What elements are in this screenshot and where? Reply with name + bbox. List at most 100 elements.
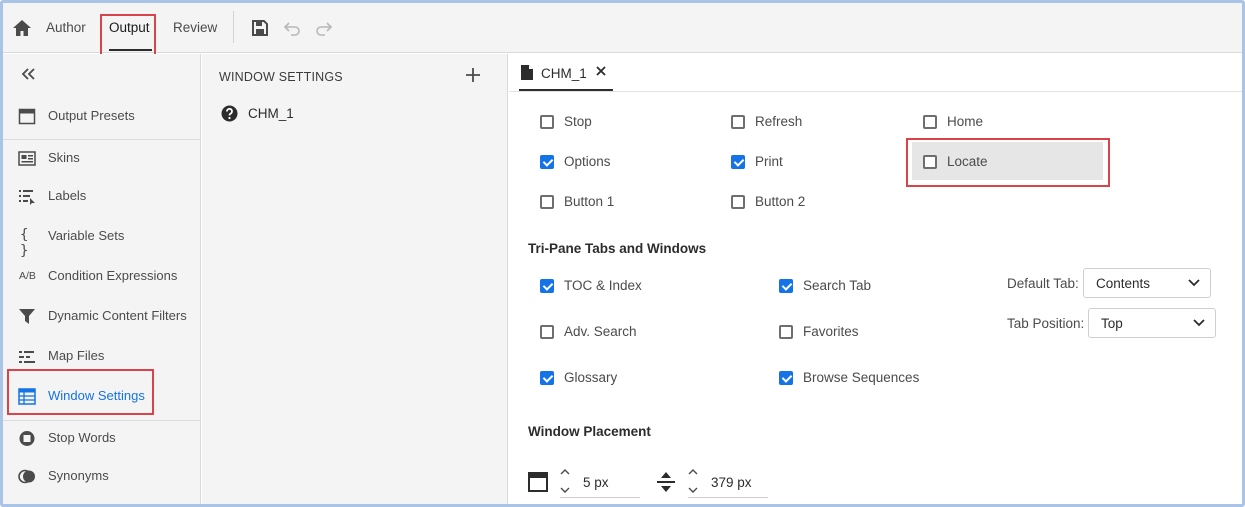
checkbox-label: Refresh — [755, 114, 803, 129]
sidebar-item-skins[interactable]: Skins — [3, 140, 201, 176]
select-value: Top — [1101, 316, 1123, 331]
sidebar-item-labels[interactable]: Labels — [3, 178, 201, 214]
active-tab-indicator — [109, 49, 152, 51]
checkbox-label: Search Tab — [803, 278, 872, 293]
synonyms-icon — [18, 469, 35, 484]
toolbar-divider — [233, 11, 234, 43]
window-settings-icon — [18, 388, 36, 405]
checkbox-search-tab[interactable]: Search Tab — [779, 276, 949, 298]
section-title-tri-pane: Tri-Pane Tabs and Windows — [528, 241, 707, 256]
sidebar-item-dynamic-content-filters[interactable]: Dynamic Content Filters — [3, 298, 201, 334]
app-window: Author Output Review Output Presets Skin… — [0, 0, 1245, 507]
plus-icon[interactable] — [465, 67, 481, 83]
checkbox-label: Button 2 — [755, 194, 806, 209]
default-tab-label: Default Tab: — [1007, 276, 1079, 291]
skins-icon — [18, 151, 36, 166]
checkbox-box — [779, 325, 793, 339]
chevron-down-icon — [1188, 279, 1200, 287]
left-position-field[interactable]: 5 px — [560, 470, 640, 498]
sidebar-item-label: Dynamic Content Filters — [48, 308, 187, 323]
checkbox-label: Button 1 — [564, 194, 615, 209]
checkbox-label: Browse Sequences — [803, 370, 920, 385]
sidebar-item-label: Labels — [48, 188, 87, 203]
sidebar-item-label: Variable Sets — [48, 228, 125, 243]
tab-output[interactable]: Output — [109, 20, 150, 35]
default-tab-select[interactable]: Contents — [1083, 268, 1211, 298]
list-item-chm-1[interactable]: CHM_1 — [221, 105, 421, 125]
sidebar: Output Presets Skins Labels { } Variable… — [3, 54, 201, 504]
settings-editor: CHM_1 Stop Refresh Home Options Print Lo… — [509, 54, 1242, 504]
sidebar-item-label: Condition Expressions — [48, 268, 178, 283]
checkbox-print[interactable]: Print — [731, 152, 851, 174]
save-icon[interactable] — [251, 19, 269, 37]
tab-strip-divider — [509, 91, 1242, 92]
field-value: 379 px — [711, 475, 752, 490]
tab-position-label: Tab Position: — [1007, 316, 1085, 331]
panel-title: WINDOW SETTINGS — [219, 70, 343, 84]
home-icon[interactable] — [12, 19, 32, 37]
checkbox-refresh[interactable]: Refresh — [731, 112, 851, 134]
top-position-field[interactable]: 379 px — [688, 470, 768, 498]
checkbox-stop[interactable]: Stop — [540, 112, 660, 134]
redo-icon[interactable] — [315, 19, 333, 37]
checkbox-label: Options — [564, 154, 611, 169]
sidebar-item-label: Skins — [48, 150, 80, 165]
close-icon[interactable] — [596, 66, 606, 76]
select-value: Contents — [1096, 276, 1151, 291]
sidebar-item-map-files[interactable]: Map Files — [3, 338, 201, 374]
sidebar-item-output-presets[interactable]: Output Presets — [3, 98, 201, 134]
checkbox-home[interactable]: Home — [923, 112, 1043, 134]
document-icon — [521, 65, 533, 80]
checkbox-favorites[interactable]: Favorites — [779, 322, 949, 344]
checkbox-label: Home — [947, 114, 984, 129]
checkbox-box — [731, 115, 745, 129]
checkbox-label: Locate — [947, 154, 988, 169]
ab-icon: A/B — [19, 270, 36, 282]
checkbox-box — [540, 279, 554, 293]
tab-review[interactable]: Review — [173, 20, 217, 35]
field-value: 5 px — [583, 475, 609, 490]
vertical-resize-icon — [657, 472, 675, 492]
double-chevron-left-icon[interactable] — [19, 66, 37, 82]
output-presets-icon — [18, 108, 36, 125]
sidebar-item-synonyms[interactable]: Synonyms — [3, 458, 201, 494]
sidebar-item-stop-words[interactable]: Stop Words — [3, 420, 201, 456]
map-files-icon — [19, 351, 35, 363]
tab-position-select[interactable]: Top — [1088, 308, 1216, 338]
filter-icon — [19, 309, 35, 324]
sidebar-item-variable-sets[interactable]: { } Variable Sets — [3, 218, 201, 259]
checkbox-box — [540, 195, 554, 209]
checkbox-box — [731, 155, 745, 169]
checkbox-glossary[interactable]: Glossary — [540, 368, 710, 390]
checkbox-box — [779, 371, 793, 385]
checkbox-browse-sequences[interactable]: Browse Sequences — [779, 368, 949, 390]
tab-chm-1[interactable]: CHM_1 — [519, 54, 613, 91]
checkbox-label: TOC & Index — [564, 278, 642, 293]
checkbox-box — [540, 325, 554, 339]
sidebar-item-window-settings[interactable]: Window Settings — [3, 378, 201, 414]
window-settings-panel: WINDOW SETTINGS CHM_1 — [202, 54, 508, 504]
checkbox-box — [540, 115, 554, 129]
checkbox-box — [923, 155, 937, 169]
braces-icon: { } — [20, 227, 29, 259]
list-item-label: CHM_1 — [248, 106, 294, 121]
checkbox-options[interactable]: Options — [540, 152, 660, 174]
help-circle-icon — [221, 105, 238, 122]
stop-words-icon — [19, 431, 35, 446]
sidebar-item-label: Synonyms — [48, 468, 109, 483]
checkbox-button-1[interactable]: Button 1 — [540, 192, 660, 214]
top-toolbar: Author Output Review — [3, 3, 1242, 53]
sidebar-item-condition-expressions[interactable]: A/B Condition Expressions — [3, 258, 201, 294]
chevron-down-icon — [1193, 319, 1205, 327]
checkbox-locate[interactable]: Locate — [923, 152, 1043, 174]
sidebar-item-label: Window Settings — [48, 388, 145, 403]
checkbox-label: Favorites — [803, 324, 859, 339]
checkbox-box — [779, 279, 793, 293]
checkbox-button-2[interactable]: Button 2 — [731, 192, 851, 214]
checkbox-toc-index[interactable]: TOC & Index — [540, 276, 710, 298]
checkbox-box — [540, 371, 554, 385]
undo-icon[interactable] — [283, 19, 301, 37]
checkbox-adv-search[interactable]: Adv. Search — [540, 322, 710, 344]
tab-label: CHM_1 — [541, 66, 587, 81]
tab-author[interactable]: Author — [46, 20, 86, 35]
